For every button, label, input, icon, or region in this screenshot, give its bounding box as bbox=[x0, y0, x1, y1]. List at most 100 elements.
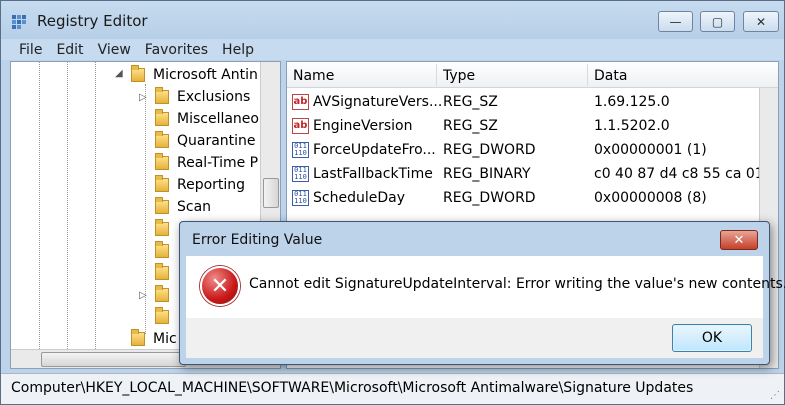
tree-item-folder[interactable] bbox=[155, 240, 177, 262]
maximize-icon: ▢ bbox=[711, 14, 724, 29]
value-row[interactable]: 011 110 ScheduleDay REG_DWORD 0x00000008 … bbox=[287, 186, 757, 210]
tree-vertical-scroll-thumb[interactable] bbox=[263, 178, 279, 208]
tree-item-folder[interactable] bbox=[155, 218, 177, 240]
close-icon: ✕ bbox=[733, 232, 745, 248]
folder-icon bbox=[155, 87, 169, 104]
tree-item-real-time-protection[interactable]: Real-Time P bbox=[155, 152, 258, 174]
minimize-icon: — bbox=[669, 14, 682, 29]
folder-icon bbox=[155, 307, 169, 324]
expand-icon[interactable]: ▷ bbox=[139, 290, 147, 301]
tree-item-label: Exclusions bbox=[177, 89, 251, 105]
tree-item-miscellaneous[interactable]: Miscellaneo bbox=[155, 108, 259, 130]
tree-item-label: Scan bbox=[177, 199, 212, 215]
window-title: Registry Editor bbox=[37, 12, 148, 30]
error-dialog: Error Editing Value ✕ ✕ Cannot edit Sign… bbox=[179, 221, 785, 365]
tree-item-folder[interactable] bbox=[155, 284, 177, 306]
minimize-button[interactable]: — bbox=[658, 11, 693, 32]
tree-guide-line bbox=[95, 62, 96, 349]
menu-edit[interactable]: Edit bbox=[56, 42, 83, 58]
binary-value-icon: 011 110 bbox=[292, 190, 309, 206]
tree-item-label: Miscellaneo bbox=[177, 111, 259, 127]
collapse-icon[interactable]: ◢ bbox=[115, 68, 123, 79]
error-icon: ✕ bbox=[200, 266, 240, 306]
tree-item-scan[interactable]: Scan bbox=[155, 196, 211, 218]
resize-grip-icon[interactable]: ⋰ bbox=[770, 390, 780, 401]
folder-icon bbox=[155, 241, 169, 258]
dialog-close-button[interactable]: ✕ bbox=[720, 230, 758, 250]
tree-item-folder[interactable] bbox=[155, 262, 177, 284]
folder-icon bbox=[131, 329, 145, 346]
value-data: 0x00000008 (8) bbox=[594, 190, 707, 206]
dialog-title: Error Editing Value bbox=[192, 232, 323, 248]
tree-item-label: Quarantine bbox=[177, 133, 256, 149]
tree-item-label: Mic bbox=[153, 331, 177, 347]
value-type: REG_DWORD bbox=[443, 142, 536, 158]
column-data[interactable]: Data bbox=[594, 68, 627, 84]
value-name: EngineVersion bbox=[313, 118, 413, 134]
tree-item-folder[interactable] bbox=[155, 306, 177, 328]
folder-icon bbox=[155, 197, 169, 214]
value-data: c0 40 87 d4 c8 55 ca 01 bbox=[594, 166, 764, 182]
column-type[interactable]: Type bbox=[443, 68, 475, 84]
close-icon: ✕ bbox=[755, 14, 767, 29]
menu-favorites[interactable]: Favorites bbox=[145, 42, 208, 58]
tree-item-exclusions[interactable]: Exclusions bbox=[155, 86, 250, 108]
value-type: REG_BINARY bbox=[443, 166, 531, 182]
folder-icon bbox=[155, 153, 169, 170]
value-data: 0x00000001 (1) bbox=[594, 142, 707, 158]
binary-value-icon: 011 110 bbox=[292, 166, 309, 182]
value-type: REG_SZ bbox=[443, 94, 498, 110]
tree-item-microsoft-antimalware[interactable]: Microsoft Antin bbox=[131, 64, 258, 86]
menu-help[interactable]: Help bbox=[222, 42, 254, 58]
column-header: Name Type Data bbox=[287, 62, 778, 88]
menu-bar: File Edit View Favorites Help bbox=[1, 39, 784, 60]
close-button[interactable]: ✕ bbox=[743, 11, 779, 32]
folder-icon bbox=[155, 285, 169, 302]
menu-view[interactable]: View bbox=[98, 42, 131, 58]
value-name: ForceUpdateFro... bbox=[313, 142, 436, 158]
folder-icon bbox=[155, 131, 169, 148]
maximize-button[interactable]: ▢ bbox=[700, 11, 735, 32]
registry-editor-icon bbox=[12, 15, 26, 29]
title-bar: Registry Editor — ▢ ✕ bbox=[1, 1, 784, 39]
string-value-icon: ab bbox=[292, 94, 309, 110]
tree-horizontal-scroll-thumb[interactable] bbox=[41, 352, 186, 367]
ok-button[interactable]: OK bbox=[672, 324, 752, 352]
dialog-footer: OK bbox=[186, 318, 763, 358]
folder-icon bbox=[155, 175, 169, 192]
folder-icon bbox=[155, 219, 169, 236]
tree-item-quarantine[interactable]: Quarantine bbox=[155, 130, 256, 152]
dialog-body: ✕ Cannot edit SignatureUpdateInterval: E… bbox=[186, 256, 785, 318]
column-name[interactable]: Name bbox=[293, 68, 334, 84]
registry-path: Computer\HKEY_LOCAL_MACHINE\SOFTWARE\Mic… bbox=[11, 380, 694, 396]
tree-item-label: Reporting bbox=[177, 177, 246, 193]
value-row[interactable]: 011 110 LastFallbackTime REG_BINARY c0 40… bbox=[287, 162, 764, 186]
value-row[interactable]: ab AVSignatureVers... REG_SZ 1.69.125.0 bbox=[287, 90, 757, 114]
folder-open-icon bbox=[131, 65, 145, 82]
value-name: AVSignatureVers... bbox=[313, 94, 443, 110]
tree-item-label: Real-Time P bbox=[177, 155, 259, 171]
value-type: REG_SZ bbox=[443, 118, 498, 134]
error-message: Cannot edit SignatureUpdateInterval: Err… bbox=[249, 276, 785, 292]
value-data: 1.69.125.0 bbox=[594, 94, 670, 110]
folder-icon bbox=[155, 263, 169, 280]
column-separator[interactable] bbox=[587, 64, 588, 86]
status-bar: Computer\HKEY_LOCAL_MACHINE\SOFTWARE\Mic… bbox=[1, 373, 784, 404]
value-type: REG_DWORD bbox=[443, 190, 536, 206]
value-row[interactable]: ab EngineVersion REG_SZ 1.1.5202.0 bbox=[287, 114, 757, 138]
value-name: ScheduleDay bbox=[313, 190, 405, 206]
column-separator[interactable] bbox=[436, 64, 437, 86]
binary-value-icon: 011 110 bbox=[292, 142, 309, 158]
string-value-icon: ab bbox=[292, 118, 309, 134]
tree-item-label: Microsoft Antin bbox=[153, 67, 258, 83]
value-data: 1.1.5202.0 bbox=[594, 118, 670, 134]
tree-item-reporting[interactable]: Reporting bbox=[155, 174, 245, 196]
tree-guide-line bbox=[39, 62, 40, 349]
tree-guide-line bbox=[67, 62, 68, 349]
value-row[interactable]: 011 110 ForceUpdateFro... REG_DWORD 0x000… bbox=[287, 138, 757, 162]
tree-item-microsoft[interactable]: Mic bbox=[131, 328, 177, 350]
folder-icon bbox=[155, 109, 169, 126]
menu-file[interactable]: File bbox=[19, 42, 42, 58]
expand-icon[interactable]: ▷ bbox=[139, 92, 147, 103]
value-name: LastFallbackTime bbox=[313, 166, 433, 182]
